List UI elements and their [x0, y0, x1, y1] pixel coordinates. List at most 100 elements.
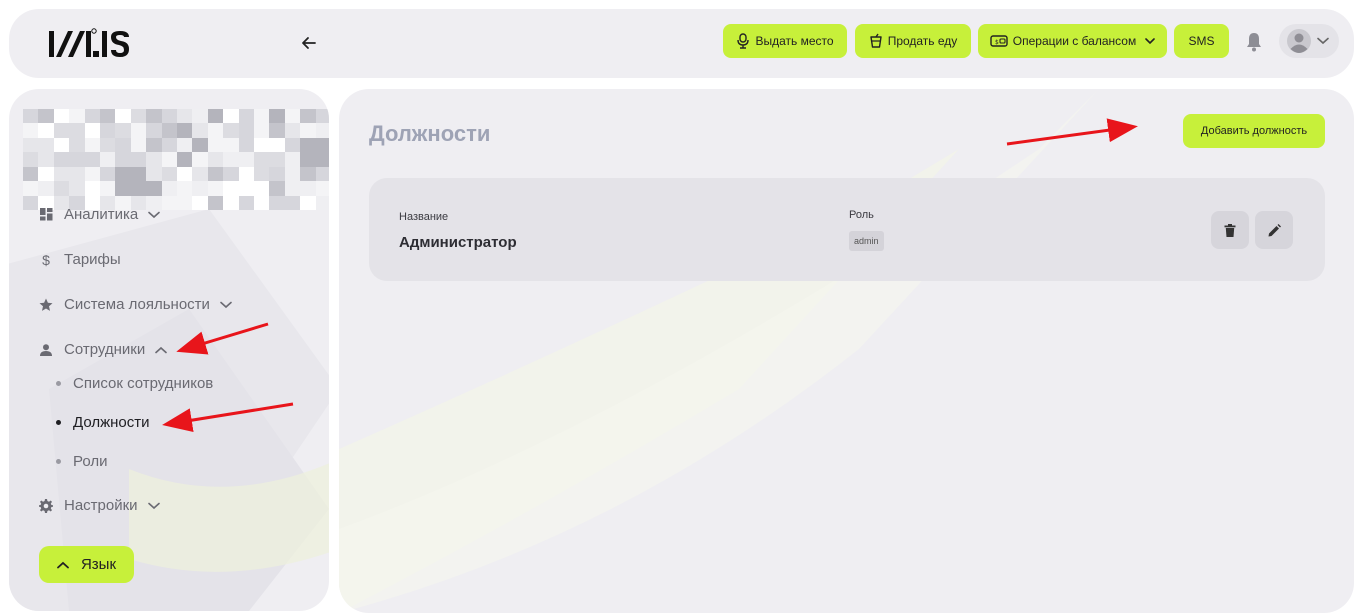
- mosaic-cell: [300, 166, 316, 182]
- mosaic-cell: [84, 152, 100, 167]
- mosaic-cell: [161, 166, 177, 182]
- chevron-down-icon: [220, 301, 232, 308]
- sidebar-item-analytics[interactable]: Аналитика: [38, 206, 161, 223]
- mosaic-cell: [269, 195, 285, 210]
- trash-icon: [1224, 223, 1236, 237]
- mosaic-cell: [99, 123, 116, 138]
- sell-food-button[interactable]: Продать еду: [855, 24, 971, 58]
- mosaic-cell: [99, 181, 116, 196]
- mosaic-cell: [53, 181, 70, 196]
- sidebar-subitem-label: Роли: [73, 453, 108, 470]
- back-button[interactable]: [297, 31, 321, 55]
- mosaic-cell: [300, 181, 316, 196]
- sidebar-subitem-label: Список сотрудников: [73, 375, 214, 392]
- mosaic-cell: [69, 181, 85, 196]
- logo[interactable]: [49, 27, 145, 61]
- mosaic-cell: [238, 166, 254, 182]
- give-seat-button[interactable]: Выдать место: [723, 24, 847, 58]
- mosaic-cell: [115, 137, 131, 153]
- mosaic-cell: [315, 152, 329, 167]
- mosaic-cell: [300, 137, 316, 153]
- mosaic-cell: [238, 195, 254, 210]
- mosaic-cell: [223, 181, 239, 196]
- mosaic-cell: [130, 123, 147, 138]
- mosaic-cell: [161, 137, 177, 153]
- mosaic-cell: [284, 137, 301, 153]
- mosaic-cell: [253, 123, 270, 138]
- chevron-down-icon: [147, 502, 160, 509]
- mosaic-cell: [115, 123, 131, 138]
- sidebar-subitem-employee-list[interactable]: Список сотрудников: [56, 375, 213, 392]
- mosaic-cell: [238, 152, 254, 167]
- mosaic-cell: [253, 109, 270, 124]
- mosaic-cell: [146, 166, 162, 182]
- mosaic-cell: [69, 109, 85, 124]
- mosaic-cell: [300, 195, 316, 210]
- sidebar-item-employees[interactable]: Сотрудники: [38, 341, 168, 358]
- mosaic-cell: [269, 123, 285, 138]
- mosaic-cell: [284, 152, 301, 167]
- mosaic-cell: [84, 181, 100, 196]
- logo-mark: [49, 28, 129, 57]
- chevron-up-icon: [155, 346, 168, 353]
- mosaic-cell: [115, 166, 131, 182]
- user-menu[interactable]: [1279, 24, 1339, 58]
- mosaic-cell: [315, 166, 329, 182]
- chevron-up-icon: [57, 561, 69, 568]
- delete-button[interactable]: [1211, 211, 1249, 249]
- mosaic-cell: [269, 137, 285, 153]
- chevron-down-icon: [1317, 37, 1329, 45]
- mosaic-cell: [130, 181, 147, 196]
- add-position-button[interactable]: Добавить должность: [1183, 114, 1325, 148]
- sms-button[interactable]: SMS: [1174, 24, 1229, 58]
- balance-operations-button[interactable]: $ Операции с балансом: [978, 24, 1167, 58]
- mosaic-cell: [38, 137, 54, 153]
- mosaic-cell: [99, 109, 116, 124]
- bullet-dot: [56, 381, 61, 386]
- edit-button[interactable]: [1255, 211, 1293, 249]
- blurred-logo-area: [23, 109, 329, 210]
- language-button[interactable]: Язык: [39, 546, 134, 583]
- chevron-down-icon: [1145, 38, 1156, 45]
- sidebar-subitem-positions[interactable]: Должности: [56, 414, 150, 431]
- main-content: Должности Добавить должность Название Ад…: [339, 89, 1354, 613]
- role-badge: admin: [849, 231, 884, 251]
- mosaic-cell: [23, 152, 39, 167]
- drink-cup-icon: [869, 33, 882, 48]
- avatar: [1287, 29, 1311, 53]
- svg-text:$: $: [995, 39, 999, 46]
- mosaic-cell: [146, 152, 162, 167]
- mosaic-cell: [238, 137, 254, 153]
- mosaic-cell: [146, 137, 162, 153]
- sidebar-subitem-label: Должности: [73, 414, 150, 431]
- balance-operations-label: Операции с балансом: [1012, 34, 1137, 48]
- sidebar-subitem-roles[interactable]: Роли: [56, 453, 108, 470]
- sms-label: SMS: [1188, 34, 1215, 48]
- mosaic-cell: [69, 152, 85, 167]
- mosaic-cell: [146, 181, 162, 196]
- sidebar-item-settings[interactable]: Настройки: [38, 497, 160, 514]
- mosaic-cell: [269, 181, 285, 196]
- mosaic-cell: [207, 123, 224, 138]
- position-name: Администратор: [399, 234, 517, 251]
- role-column-label: Роль: [849, 209, 874, 221]
- mosaic-cell: [38, 166, 54, 182]
- sidebar-item-label: Аналитика: [64, 206, 139, 223]
- chevron-down-icon: [148, 211, 161, 218]
- mosaic-cell: [176, 152, 193, 167]
- mosaic-cell: [38, 181, 54, 196]
- mosaic-cell: [176, 181, 193, 196]
- mosaic-cell: [23, 195, 39, 210]
- notifications-button[interactable]: [1241, 29, 1267, 55]
- mosaic-cell: [161, 195, 177, 210]
- mosaic-cell: [315, 109, 329, 124]
- mosaic-cell: [99, 137, 116, 153]
- position-card: Название Администратор Роль admin: [369, 178, 1325, 281]
- mosaic-cell: [300, 109, 316, 124]
- sidebar-item-tariffs[interactable]: $ Тарифы: [38, 251, 121, 268]
- page-title: Должности: [369, 121, 491, 146]
- mosaic-cell: [53, 152, 70, 167]
- mosaic-cell: [207, 195, 224, 210]
- mosaic-cell: [192, 152, 208, 167]
- sidebar-item-loyalty[interactable]: Система лояльности: [38, 296, 232, 313]
